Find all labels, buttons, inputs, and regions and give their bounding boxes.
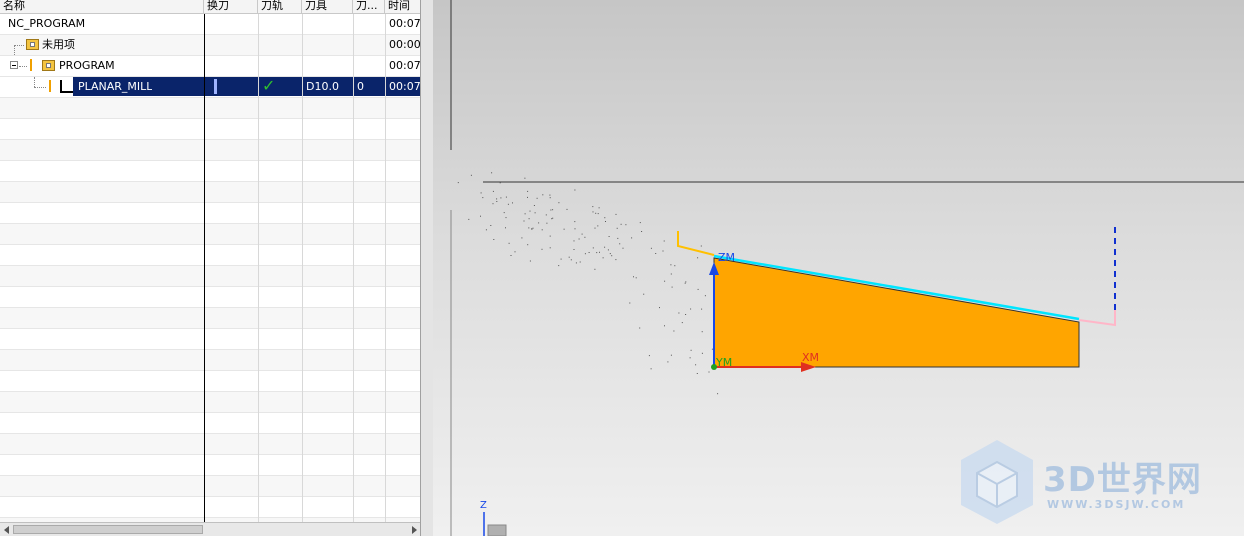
table-row-empty (0, 497, 420, 518)
navigator-header: 名称 换刀 刀轨 刀具 刀... 时间 (0, 0, 420, 14)
toolpath-departure (1078, 310, 1116, 327)
folder-icon (26, 39, 39, 50)
row-name: NC_PROGRAM (8, 17, 86, 30)
column-header-tool-change[interactable]: 换刀 (204, 0, 258, 13)
scroll-left-icon[interactable] (4, 526, 9, 534)
wcs-cube (487, 524, 507, 536)
graphics-viewport[interactable]: ZM XM YM Z 3D世界网 WWW.3DSJW.COM (433, 0, 1244, 536)
scrollbar-thumb[interactable] (13, 525, 203, 534)
ym-axis-label: YM (716, 356, 733, 369)
table-row-empty (0, 140, 420, 161)
row-tool-number: 0 (357, 80, 364, 93)
table-row-empty (0, 455, 420, 476)
row-name: PLANAR_MILL (78, 80, 153, 93)
row-time: 00:07 (389, 59, 421, 72)
table-row-empty (0, 350, 420, 371)
column-header-time[interactable]: 时间 (385, 0, 420, 13)
table-row-empty (0, 182, 420, 203)
table-row-empty (0, 245, 420, 266)
table-row-empty (0, 476, 420, 497)
table-row-empty (0, 392, 420, 413)
row-time: 00:07 (389, 80, 421, 93)
column-divider (302, 14, 303, 522)
tree-connector (14, 45, 24, 46)
scroll-right-icon[interactable] (412, 526, 417, 534)
tree-connector (14, 45, 15, 55)
table-row-empty (0, 266, 420, 287)
watermark-brand: 3D世界网 (1043, 460, 1202, 500)
table-row-nc-program[interactable]: NC_PROGRAM 00:07 (0, 14, 421, 35)
column-header-tool-number[interactable]: 刀... (353, 0, 385, 13)
folder-icon (42, 60, 55, 71)
table-row-empty (0, 287, 420, 308)
column-header-tool[interactable]: 刀具 (302, 0, 353, 13)
row-time: 00:07 (389, 17, 421, 30)
tree-connector (34, 87, 46, 88)
table-row-empty (0, 434, 420, 455)
table-row-empty (0, 161, 420, 182)
table-row-empty (0, 224, 420, 245)
watermark-url: WWW.3DSJW.COM (1047, 498, 1186, 511)
toolpath-approach (677, 231, 715, 256)
table-row-empty (0, 413, 420, 434)
column-header-name[interactable]: 名称 (0, 0, 204, 13)
table-row-program[interactable]: PROGRAM 00:07 (0, 56, 421, 77)
wcs-z-label: Z (480, 500, 487, 511)
table-row-empty (0, 308, 420, 329)
zm-axis-label: ZM (718, 251, 736, 264)
warning-icon (49, 80, 51, 92)
column-divider (353, 14, 354, 522)
operation-navigator: 名称 换刀 刀轨 刀具 刀... 时间 NC_PROGRAM 00:07 未用项… (0, 0, 421, 536)
table-row-empty (0, 329, 420, 350)
watermark-logo (961, 440, 1033, 524)
column-divider (204, 14, 205, 522)
table-row-planar-mill[interactable]: PLANAR_MILL ✓ D10.0 0 00:07 (0, 76, 421, 98)
column-header-toolpath[interactable]: 刀轨 (258, 0, 302, 13)
row-name: 未用项 (42, 38, 75, 51)
table-row-empty (0, 119, 420, 140)
planar-mill-operation-icon (60, 80, 73, 93)
collapse-icon[interactable] (10, 61, 18, 69)
toolpath-ok-checkmark: ✓ (262, 76, 276, 95)
table-row-unused-items[interactable]: 未用项 00:00 (0, 35, 421, 56)
tool-change-icon (214, 79, 217, 94)
table-row-empty (0, 98, 420, 119)
tree-connector (19, 66, 27, 67)
table-row-empty (0, 203, 420, 224)
tree-connector (34, 77, 35, 87)
row-time: 00:00 (389, 38, 421, 51)
row-name: PROGRAM (59, 59, 115, 72)
warning-icon (30, 59, 32, 71)
point-cloud (457, 172, 744, 395)
column-divider (385, 14, 386, 522)
xm-axis-label: XM (802, 351, 820, 364)
horizontal-scrollbar[interactable] (0, 522, 420, 536)
navigator-rows: NC_PROGRAM 00:07 未用项 00:00 PROGRAM 00:07 (0, 14, 421, 536)
row-tool: D10.0 (306, 80, 339, 93)
table-row-empty (0, 371, 420, 392)
column-divider (258, 14, 259, 522)
part-body (713, 257, 1080, 368)
